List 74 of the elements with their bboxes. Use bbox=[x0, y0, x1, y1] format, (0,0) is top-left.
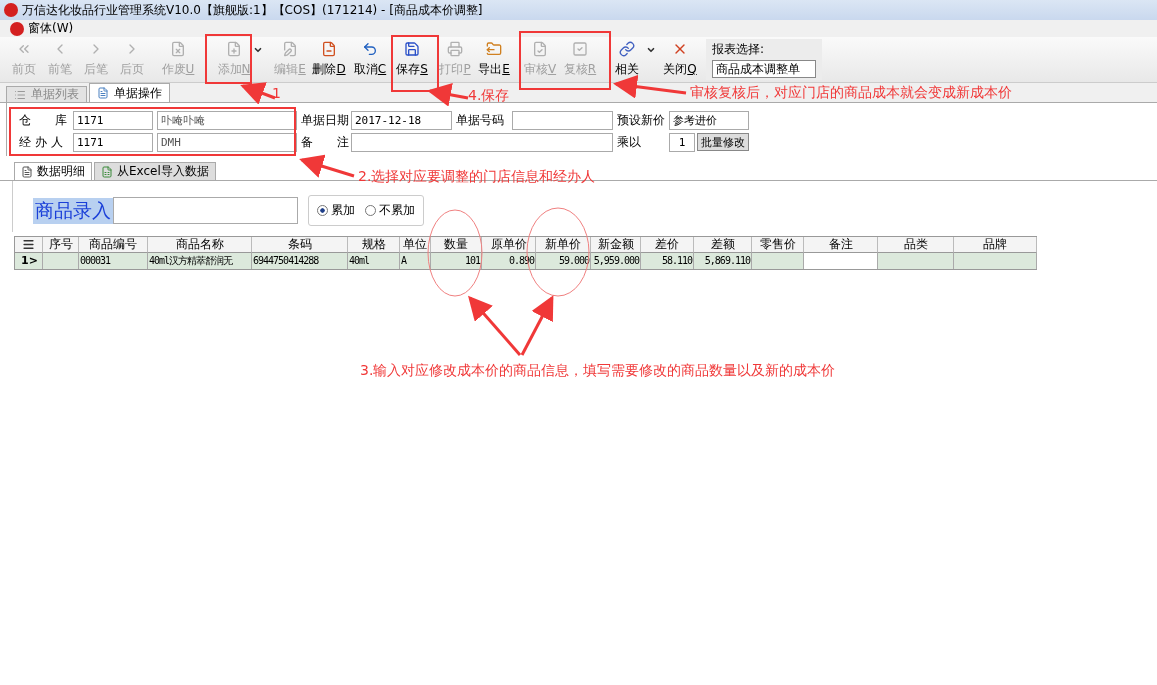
field-label: 乘以 bbox=[617, 134, 642, 151]
toolbar-button[interactable]: 相关 bbox=[609, 41, 645, 78]
radio-button[interactable] bbox=[365, 205, 376, 216]
field-label: 备 注 bbox=[301, 134, 347, 151]
batch-edit-button[interactable]: 批量修改 bbox=[697, 133, 749, 151]
document-x-icon bbox=[170, 41, 186, 57]
radio-option[interactable]: 不累加 bbox=[365, 202, 415, 219]
report-select-label: 报表选择: bbox=[712, 41, 766, 58]
field-label: 预设新价 bbox=[617, 112, 665, 129]
list-icon bbox=[14, 88, 26, 101]
document-check-icon bbox=[532, 41, 548, 57]
document-icon bbox=[21, 165, 33, 178]
tab[interactable]: 数据明细 bbox=[14, 162, 92, 180]
number-field[interactable] bbox=[512, 111, 613, 130]
handler-code-field[interactable]: 1171 bbox=[73, 133, 153, 152]
field-label: 经 办 人 bbox=[19, 134, 64, 151]
app-logo-icon bbox=[4, 3, 18, 17]
field-label: 单据日期 bbox=[301, 112, 347, 129]
table-row[interactable]: 1> 000031 40ml汉方精萃舒润无 6944750414288 40ml A 101 0.890 59.000 5,959.000 58.110 5,869.110 bbox=[15, 253, 1036, 269]
toolbar-button[interactable]: 保存S bbox=[394, 41, 430, 78]
table-cell: 000031 bbox=[79, 253, 148, 269]
checkbox-icon bbox=[572, 41, 588, 57]
tab[interactable]: 单据操作 bbox=[89, 83, 170, 102]
annotation-text: 3.输入对应修改成本价的商品信息，填写需要修改的商品数量以及新的成本价 bbox=[360, 362, 836, 380]
document-plus-icon bbox=[226, 41, 242, 57]
table-cell: 6944750414288 bbox=[252, 253, 348, 269]
radio-option[interactable]: 累加 bbox=[317, 202, 355, 219]
preset-price-field[interactable]: 参考进价 bbox=[669, 111, 749, 130]
link-icon bbox=[619, 41, 635, 57]
toolbar-button[interactable]: 关闭Q bbox=[662, 41, 698, 78]
spreadsheet-icon bbox=[101, 165, 113, 178]
highlight-frame bbox=[391, 35, 439, 92]
toolbar-button[interactable]: 导出 E bbox=[476, 41, 512, 78]
table-cell: 101 bbox=[431, 253, 482, 269]
handler-name-field[interactable]: DMH bbox=[157, 133, 297, 152]
table-cell: 59.000 bbox=[536, 253, 591, 269]
annotation-text: 审核复核后，对应门店的商品成本就会变成新成本价 bbox=[690, 84, 1012, 102]
table-cell: 5,869.110 bbox=[694, 253, 752, 269]
table-cell: 40ml bbox=[348, 253, 400, 269]
window-title: 万信达化妆品行业管理系统V10.0【旗舰版:1】【COS】(171214) - [商品成本价调整] bbox=[22, 1, 483, 19]
table-cell: A bbox=[400, 253, 431, 269]
field-label: 仓 库 bbox=[19, 112, 68, 129]
warehouse-name-field[interactable]: 卟唵卟唵 bbox=[157, 111, 297, 130]
radio-button[interactable] bbox=[317, 205, 328, 216]
annotation-text: 2.选择对应要调整的门店信息和经办人 bbox=[358, 168, 596, 186]
date-field[interactable]: 2017-12-18 bbox=[351, 111, 452, 130]
table-cell: 58.110 bbox=[641, 253, 694, 269]
pointer-arrow bbox=[427, 83, 469, 107]
printer-icon bbox=[447, 41, 463, 57]
save-icon bbox=[404, 41, 420, 57]
toolbar-button[interactable]: 取消C bbox=[352, 41, 388, 78]
document-icon bbox=[97, 87, 109, 99]
document-pen-icon bbox=[282, 41, 298, 57]
table-cell: 0.890 bbox=[482, 253, 536, 269]
menu-item[interactable]: 窗体(W) bbox=[28, 20, 74, 37]
tab[interactable]: 从Excel导入数据 bbox=[94, 162, 216, 180]
app-logo-icon bbox=[10, 21, 24, 36]
multiply-field[interactable]: 1 bbox=[669, 133, 695, 152]
product-entry-field[interactable] bbox=[113, 197, 298, 224]
product-entry-label: 商品录入 bbox=[33, 197, 113, 224]
report-select-field[interactable]: 商品成本调整单 bbox=[712, 60, 816, 78]
table-cell: 40ml汉方精萃舒润无 bbox=[148, 253, 252, 269]
table-cell: 5,959.000 bbox=[591, 253, 641, 269]
annotation-text: 4.保存 bbox=[468, 87, 510, 105]
field-label: 单据号码 bbox=[456, 112, 505, 129]
highlight-frame bbox=[205, 34, 252, 84]
warehouse-code-field[interactable]: 1171 bbox=[73, 111, 153, 130]
grid-menu-icon[interactable] bbox=[22, 238, 35, 251]
document-minus-icon bbox=[321, 41, 337, 57]
undo-icon bbox=[362, 41, 378, 57]
folder-icon bbox=[486, 41, 502, 57]
toolbar-button[interactable]: 删除D bbox=[311, 41, 347, 78]
pointer-arrow bbox=[299, 154, 355, 178]
remark-field[interactable] bbox=[351, 133, 613, 152]
